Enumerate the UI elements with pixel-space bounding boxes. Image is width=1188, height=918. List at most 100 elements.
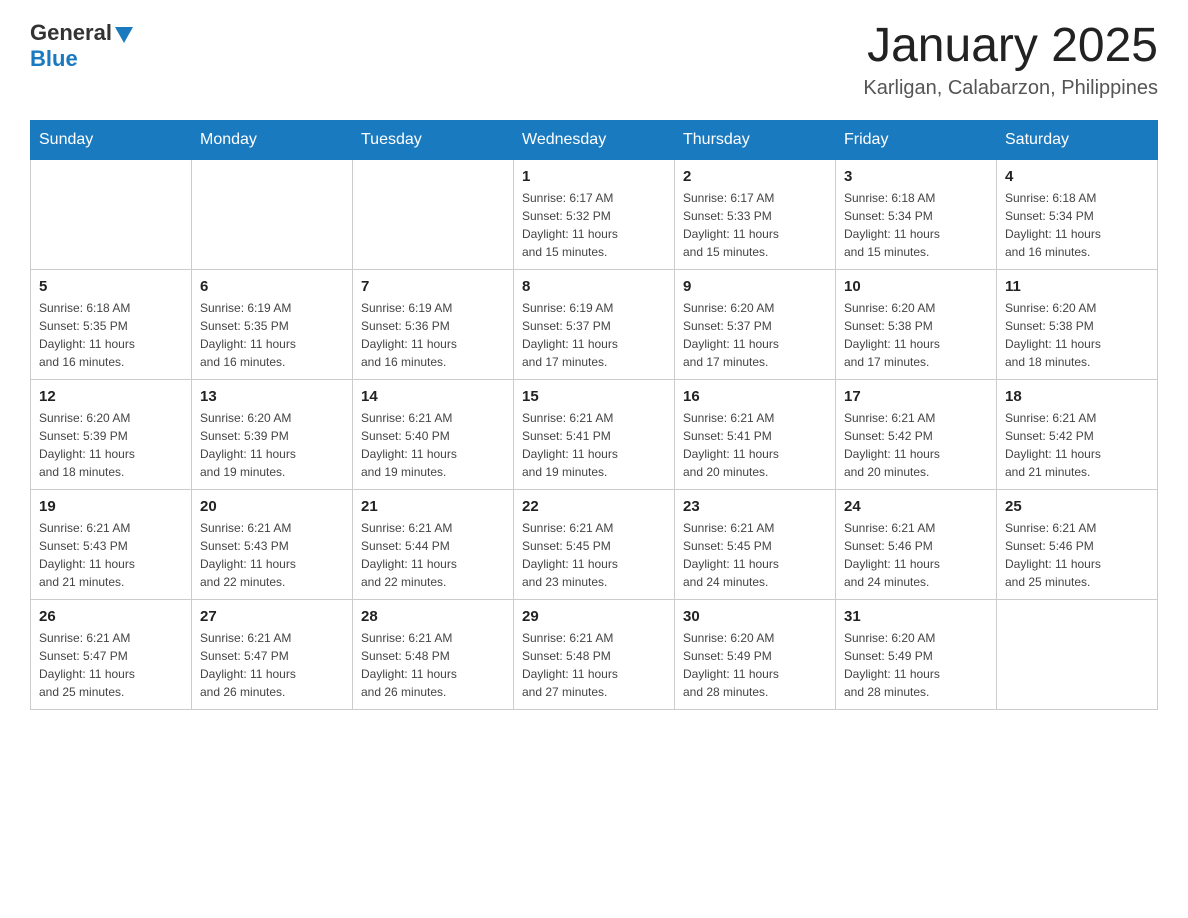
calendar-cell: 14 Sunrise: 6:21 AM Sunset: 5:40 PM Dayli… — [353, 379, 514, 489]
day-info: Sunrise: 6:20 AM Sunset: 5:37 PM Dayligh… — [683, 299, 827, 371]
calendar-cell: 19 Sunrise: 6:21 AM Sunset: 5:43 PM Dayli… — [31, 489, 192, 599]
day-info: Sunrise: 6:20 AM Sunset: 5:49 PM Dayligh… — [683, 629, 827, 701]
calendar-cell — [192, 159, 353, 269]
day-number: 12 — [39, 388, 183, 405]
day-info: Sunrise: 6:20 AM Sunset: 5:38 PM Dayligh… — [1005, 299, 1149, 371]
day-info: Sunrise: 6:21 AM Sunset: 5:42 PM Dayligh… — [844, 409, 988, 481]
day-of-week-header: Tuesday — [353, 120, 514, 159]
calendar-cell: 22Sunrise: 6:21 AM Sunset: 5:45 PM Dayli… — [514, 489, 675, 599]
logo-blue-text: Blue — [30, 46, 78, 71]
calendar-cell: 24 Sunrise: 6:21 AM Sunset: 5:46 PM Dayli… — [836, 489, 997, 599]
day-number: 26 — [39, 608, 183, 625]
calendar-table: SundayMondayTuesdayWednesdayThursdayFrid… — [30, 120, 1158, 710]
day-number: 20 — [200, 498, 344, 515]
day-number: 2 — [683, 168, 827, 185]
day-info: Sunrise: 6:21 AM Sunset: 5:43 PM Dayligh… — [200, 519, 344, 591]
day-number: 23 — [683, 498, 827, 515]
calendar-cell: 17 Sunrise: 6:21 AM Sunset: 5:42 PM Dayli… — [836, 379, 997, 489]
day-of-week-header: Saturday — [997, 120, 1158, 159]
calendar-cell: 15 Sunrise: 6:21 AM Sunset: 5:41 PM Dayli… — [514, 379, 675, 489]
calendar-cell: 13 Sunrise: 6:20 AM Sunset: 5:39 PM Dayli… — [192, 379, 353, 489]
day-info: Sunrise: 6:21 AM Sunset: 5:47 PM Dayligh… — [39, 629, 183, 701]
calendar-cell — [997, 599, 1158, 709]
calendar-week-row: 5 Sunrise: 6:18 AM Sunset: 5:35 PM Daylig… — [31, 269, 1158, 379]
calendar-cell: 1Sunrise: 6:17 AM Sunset: 5:32 PM Daylig… — [514, 159, 675, 269]
day-info: Sunrise: 6:19 AM Sunset: 5:36 PM Dayligh… — [361, 299, 505, 371]
day-info: Sunrise: 6:19 AM Sunset: 5:37 PM Dayligh… — [522, 299, 666, 371]
day-number: 10 — [844, 278, 988, 295]
day-info: Sunrise: 6:21 AM Sunset: 5:40 PM Dayligh… — [361, 409, 505, 481]
calendar-cell: 5 Sunrise: 6:18 AM Sunset: 5:35 PM Daylig… — [31, 269, 192, 379]
calendar-cell: 7 Sunrise: 6:19 AM Sunset: 5:36 PM Daylig… — [353, 269, 514, 379]
day-info: Sunrise: 6:21 AM Sunset: 5:43 PM Dayligh… — [39, 519, 183, 591]
day-of-week-header: Sunday — [31, 120, 192, 159]
day-info: Sunrise: 6:21 AM Sunset: 5:46 PM Dayligh… — [1005, 519, 1149, 591]
day-number: 16 — [683, 388, 827, 405]
day-of-week-header: Wednesday — [514, 120, 675, 159]
day-info: Sunrise: 6:21 AM Sunset: 5:44 PM Dayligh… — [361, 519, 505, 591]
day-of-week-header: Monday — [192, 120, 353, 159]
calendar-cell: 2 Sunrise: 6:17 AM Sunset: 5:33 PM Daylig… — [675, 159, 836, 269]
day-number: 11 — [1005, 278, 1149, 295]
day-info: Sunrise: 6:21 AM Sunset: 5:42 PM Dayligh… — [1005, 409, 1149, 481]
calendar-cell: 10 Sunrise: 6:20 AM Sunset: 5:38 PM Dayli… — [836, 269, 997, 379]
day-number: 19 — [39, 498, 183, 515]
title-section: January 2025 Karligan, Calabarzon, Phili… — [863, 20, 1158, 100]
day-number: 14 — [361, 388, 505, 405]
calendar-cell: 29 Sunrise: 6:21 AM Sunset: 5:48 PM Dayli… — [514, 599, 675, 709]
day-info: Sunrise: 6:20 AM Sunset: 5:39 PM Dayligh… — [39, 409, 183, 481]
day-number: 29 — [522, 608, 666, 625]
day-info: Sunrise: 6:17 AM Sunset: 5:33 PM Dayligh… — [683, 189, 827, 261]
day-info: Sunrise: 6:18 AM Sunset: 5:34 PM Dayligh… — [1005, 189, 1149, 261]
day-number: 25 — [1005, 498, 1149, 515]
calendar-cell: 30 Sunrise: 6:20 AM Sunset: 5:49 PM Dayli… — [675, 599, 836, 709]
day-number: 21 — [361, 498, 505, 515]
calendar-week-row: 19 Sunrise: 6:21 AM Sunset: 5:43 PM Dayli… — [31, 489, 1158, 599]
calendar-header-row: SundayMondayTuesdayWednesdayThursdayFrid… — [31, 120, 1158, 159]
calendar-cell: 6Sunrise: 6:19 AM Sunset: 5:35 PM Daylig… — [192, 269, 353, 379]
day-number: 24 — [844, 498, 988, 515]
day-number: 13 — [200, 388, 344, 405]
day-info: Sunrise: 6:21 AM Sunset: 5:41 PM Dayligh… — [522, 409, 666, 481]
calendar-cell: 23 Sunrise: 6:21 AM Sunset: 5:45 PM Dayli… — [675, 489, 836, 599]
calendar-cell — [31, 159, 192, 269]
day-number: 5 — [39, 278, 183, 295]
calendar-week-row: 12 Sunrise: 6:20 AM Sunset: 5:39 PM Dayli… — [31, 379, 1158, 489]
calendar-cell — [353, 159, 514, 269]
day-info: Sunrise: 6:21 AM Sunset: 5:46 PM Dayligh… — [844, 519, 988, 591]
calendar-cell: 8 Sunrise: 6:19 AM Sunset: 5:37 PM Daylig… — [514, 269, 675, 379]
location-subtitle: Karligan, Calabarzon, Philippines — [863, 77, 1158, 100]
calendar-cell: 11 Sunrise: 6:20 AM Sunset: 5:38 PM Dayli… — [997, 269, 1158, 379]
calendar-cell: 9 Sunrise: 6:20 AM Sunset: 5:37 PM Daylig… — [675, 269, 836, 379]
day-info: Sunrise: 6:20 AM Sunset: 5:38 PM Dayligh… — [844, 299, 988, 371]
day-info: Sunrise: 6:21 AM Sunset: 5:47 PM Dayligh… — [200, 629, 344, 701]
day-number: 18 — [1005, 388, 1149, 405]
day-info: Sunrise: 6:17 AM Sunset: 5:32 PM Dayligh… — [522, 189, 666, 261]
calendar-cell: 27 Sunrise: 6:21 AM Sunset: 5:47 PM Dayli… — [192, 599, 353, 709]
calendar-week-row: 26 Sunrise: 6:21 AM Sunset: 5:47 PM Dayli… — [31, 599, 1158, 709]
day-number: 9 — [683, 278, 827, 295]
day-number: 27 — [200, 608, 344, 625]
day-info: Sunrise: 6:21 AM Sunset: 5:48 PM Dayligh… — [522, 629, 666, 701]
day-info: Sunrise: 6:21 AM Sunset: 5:41 PM Dayligh… — [683, 409, 827, 481]
day-number: 30 — [683, 608, 827, 625]
day-of-week-header: Thursday — [675, 120, 836, 159]
day-number: 3 — [844, 168, 988, 185]
day-info: Sunrise: 6:19 AM Sunset: 5:35 PM Dayligh… — [200, 299, 344, 371]
day-info: Sunrise: 6:20 AM Sunset: 5:39 PM Dayligh… — [200, 409, 344, 481]
calendar-cell: 21 Sunrise: 6:21 AM Sunset: 5:44 PM Dayli… — [353, 489, 514, 599]
day-number: 15 — [522, 388, 666, 405]
logo-triangle-icon — [115, 27, 133, 43]
day-number: 28 — [361, 608, 505, 625]
day-of-week-header: Friday — [836, 120, 997, 159]
calendar-cell: 16 Sunrise: 6:21 AM Sunset: 5:41 PM Dayli… — [675, 379, 836, 489]
day-number: 17 — [844, 388, 988, 405]
day-number: 8 — [522, 278, 666, 295]
day-info: Sunrise: 6:18 AM Sunset: 5:34 PM Dayligh… — [844, 189, 988, 261]
day-number: 7 — [361, 278, 505, 295]
calendar-cell: 12 Sunrise: 6:20 AM Sunset: 5:39 PM Dayli… — [31, 379, 192, 489]
day-number: 22 — [522, 498, 666, 515]
day-info: Sunrise: 6:18 AM Sunset: 5:35 PM Dayligh… — [39, 299, 183, 371]
calendar-cell: 20 Sunrise: 6:21 AM Sunset: 5:43 PM Dayli… — [192, 489, 353, 599]
day-info: Sunrise: 6:21 AM Sunset: 5:45 PM Dayligh… — [683, 519, 827, 591]
